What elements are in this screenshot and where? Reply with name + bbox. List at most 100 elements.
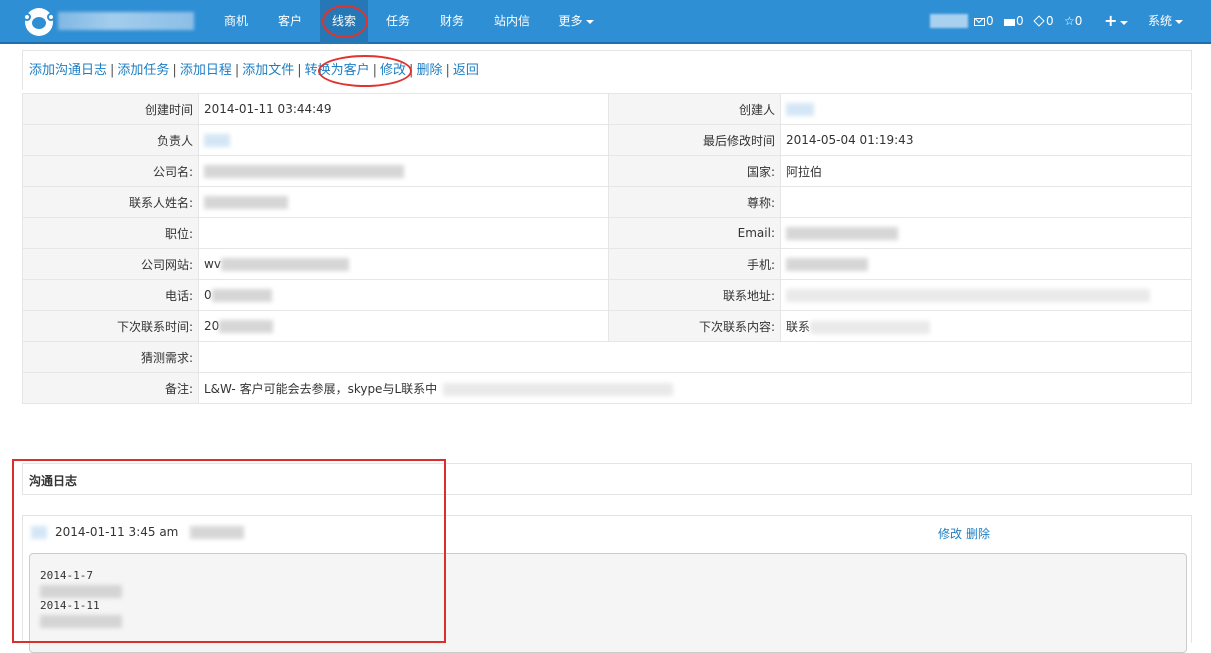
plus-icon: + <box>1104 11 1118 30</box>
redacted-value <box>443 382 674 396</box>
communication-log-title: 沟通日志 <box>29 474 78 488</box>
communication-log-header: 沟通日志 <box>22 463 1192 495</box>
next-contact-time-prefix: 20 <box>204 319 220 333</box>
cards-indicator[interactable]: 0 <box>1004 0 1024 44</box>
position-value <box>198 217 609 249</box>
favorites-indicator[interactable]: ☆0 <box>1064 0 1082 44</box>
redacted-value <box>211 289 272 302</box>
log-delete-link[interactable]: 删除 <box>966 527 990 541</box>
nav-item-tasks[interactable]: 任务 <box>376 0 420 44</box>
nav-item-leads[interactable]: 线索 <box>320 0 368 44</box>
log-entry-actions: 修改 删除 <box>938 525 994 542</box>
target-icon <box>1033 15 1045 27</box>
redacted-value <box>786 289 1150 302</box>
email-value <box>780 217 1192 249</box>
nav-item-finance[interactable]: 财务 <box>430 0 474 44</box>
nav-more-label: 更多 <box>558 14 583 28</box>
brand-name-redacted <box>58 12 194 30</box>
log-edit-link[interactable]: 修改 <box>938 527 962 541</box>
last-modified-value: 2014-05-04 01:19:43 <box>780 124 1192 156</box>
created-time-value: 2014-01-11 03:44:49 <box>198 93 609 125</box>
add-task-link[interactable]: 添加任务 <box>117 63 169 78</box>
nav-item-customers[interactable]: 客户 <box>268 0 312 44</box>
communication-log-entry: 2014-01-11 3:45 am 修改 删除 2014-1-7 2014-1-… <box>22 515 1192 653</box>
top-navbar: 商机 客户 线索 任务 财务 站内信 更多 0 0 0 ☆0 + 系统 <box>0 0 1211 44</box>
redacted-value <box>810 320 931 334</box>
messages-indicator[interactable]: 0 <box>974 0 994 44</box>
next-contact-content-value: 联系 <box>780 310 1192 342</box>
guess-need-value <box>198 341 1192 373</box>
table-row: 猜测需求: <box>22 341 1192 373</box>
address-value <box>780 279 1192 311</box>
favorites-count: 0 <box>1074 14 1083 28</box>
add-schedule-link[interactable]: 添加日程 <box>180 63 232 78</box>
tasks-count: 0 <box>1046 14 1054 28</box>
nav-item-internal-mail[interactable]: 站内信 <box>487 0 537 44</box>
next-contact-time-value: 20 <box>198 310 609 342</box>
cards-count: 0 <box>1016 14 1024 28</box>
contact-name-value <box>198 186 609 218</box>
chevron-down-icon <box>1120 20 1129 25</box>
mobile-value <box>780 248 1192 280</box>
envelope-icon <box>974 18 985 26</box>
next-contact-content-label: 下次联系内容: <box>608 310 781 342</box>
redacted-value <box>786 103 814 116</box>
last-modified-label: 最后修改时间 <box>608 124 781 156</box>
redacted-avatar <box>31 526 47 539</box>
owner-value <box>198 124 609 156</box>
nav-item-more[interactable]: 更多 <box>552 0 600 44</box>
log-line-redacted <box>40 583 1176 598</box>
website-label: 公司网站: <box>22 248 199 280</box>
redacted-value <box>220 258 349 271</box>
table-row: 备注: L&W- 客户可能会去参展，skype与L联系中 <box>22 372 1192 404</box>
country-value: 阿拉伯 <box>780 155 1192 187</box>
divider: | <box>409 63 414 78</box>
nav-item-opportunities[interactable]: 商机 <box>214 0 258 44</box>
add-menu[interactable]: + <box>1104 0 1129 44</box>
log-entry-meta: 2014-01-11 3:45 am <box>31 525 252 539</box>
table-row: 联系人姓名: 尊称: <box>22 186 1192 218</box>
log-line-redacted <box>40 613 1176 628</box>
redacted-value <box>204 134 230 147</box>
redacted-value <box>40 584 122 598</box>
remark-label: 备注: <box>22 372 199 404</box>
convert-to-customer-link[interactable]: 转换为客户 <box>305 63 370 78</box>
table-row: 下次联系时间: 20 下次联系内容: 联系 <box>22 310 1192 342</box>
edit-link[interactable]: 修改 <box>380 63 406 78</box>
table-row: 负责人 最后修改时间 2014-05-04 01:19:43 <box>22 124 1192 156</box>
lead-action-bar: 添加沟通日志 | 添加任务 | 添加日程 | 添加文件 | 转换为客户 | 修改 | 删除 | 返回 <box>22 50 1192 90</box>
add-communication-log-link[interactable]: 添加沟通日志 <box>29 63 107 78</box>
log-line: 2014-1-11 <box>40 599 100 612</box>
creator-label: 创建人 <box>608 93 781 125</box>
divider: | <box>372 63 378 78</box>
redacted-author <box>190 526 245 539</box>
log-line: 2014-1-7 <box>40 569 93 582</box>
mobile-label: 手机: <box>608 248 781 280</box>
user-name-redacted[interactable] <box>930 14 968 28</box>
company-value <box>198 155 609 187</box>
star-icon: ☆ <box>1064 14 1075 28</box>
redacted-value <box>204 165 404 178</box>
guess-need-label: 猜测需求: <box>22 341 199 373</box>
system-menu-label: 系统 <box>1148 14 1173 28</box>
delete-link[interactable]: 删除 <box>416 63 442 78</box>
tasks-indicator[interactable]: 0 <box>1033 0 1054 44</box>
divider: | <box>172 63 177 78</box>
email-label: Email: <box>608 217 781 249</box>
log-entry-content: 2014-1-7 2014-1-11 <box>29 553 1187 653</box>
back-link[interactable]: 返回 <box>453 63 479 78</box>
position-label: 职位: <box>22 217 199 249</box>
redacted-value <box>786 227 898 240</box>
website-value: wv <box>198 248 609 280</box>
redacted-value <box>786 258 868 271</box>
next-contact-time-label: 下次联系时间: <box>22 310 199 342</box>
divider: | <box>297 63 302 78</box>
table-row: 职位: Email: <box>22 217 1192 249</box>
monkey-logo-icon[interactable] <box>23 8 55 36</box>
table-row: 电话: 0 联系地址: <box>22 279 1192 311</box>
log-entry-time: 2014-01-11 3:45 am <box>55 525 179 539</box>
system-menu[interactable]: 系统 <box>1148 0 1184 44</box>
address-label: 联系地址: <box>608 279 781 311</box>
messages-count: 0 <box>986 14 994 28</box>
add-file-link[interactable]: 添加文件 <box>242 63 294 78</box>
